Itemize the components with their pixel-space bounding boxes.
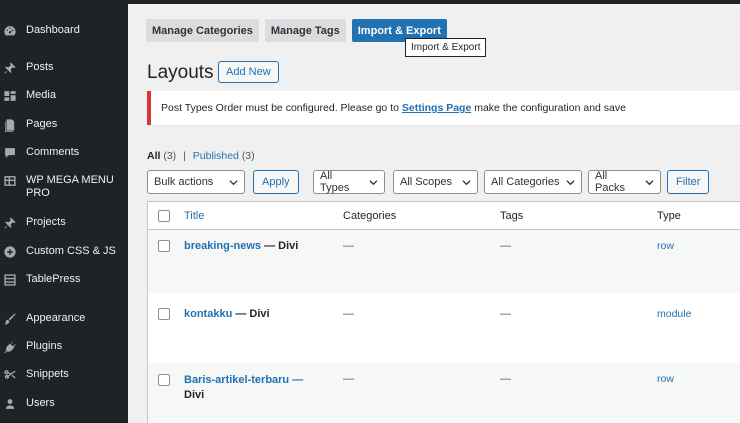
layout-tabs: Manage Categories Manage Tags Import & E… [146, 19, 447, 42]
chevron-down-icon [369, 179, 378, 185]
column-categories: Categories [343, 210, 397, 222]
all-categories-select[interactable]: All Categories [484, 170, 582, 194]
row-type[interactable]: row [657, 373, 674, 385]
tooltip: Import & Export [405, 38, 487, 57]
sidebar-item-pages[interactable]: Pages [0, 118, 128, 132]
row-title[interactable]: breaking-news — Divi [184, 240, 298, 252]
row-tags: — [500, 373, 511, 385]
sidebar-item-label: Comments [26, 146, 80, 158]
dashboard-icon [3, 24, 17, 38]
media-icon [3, 89, 17, 103]
notice-text-before: Post Types Order must be configured. Ple… [161, 102, 399, 114]
sidebar-item-dashboard[interactable]: Dashboard [0, 24, 128, 38]
select-all-checkbox[interactable] [158, 210, 170, 222]
filter-button[interactable]: Filter [667, 170, 710, 194]
sidebar-item-tablepress[interactable]: TablePress [0, 273, 128, 287]
row-categories: — [343, 240, 354, 252]
sidebar-item-label: Users [26, 397, 55, 409]
sidebar-item-label: Dashboard [26, 24, 80, 36]
plug-icon [3, 340, 17, 354]
sidebar-item-posts[interactable]: Posts [0, 61, 128, 75]
comment-icon [3, 146, 17, 160]
sidebar-item-label: WP MEGA MENU PRO [26, 174, 114, 199]
table-header: Title Categories Tags Type [148, 202, 740, 230]
table-row: Baris-artikel-terbaru — Divi — — row [148, 363, 740, 423]
row-categories: — [343, 308, 354, 320]
sidebar-item-label: Media [26, 89, 56, 101]
table-row: breaking-news — Divi — — row [148, 230, 740, 293]
chevron-down-icon [645, 179, 654, 185]
add-new-button[interactable]: Add New [218, 61, 279, 83]
scissors-icon [3, 368, 17, 382]
sidebar-item-snippets[interactable]: Snippets [0, 368, 128, 382]
sidebar-item-custom-css-js[interactable]: Custom CSS & JS [0, 245, 128, 259]
pages-icon [3, 118, 17, 132]
sidebar-item-users[interactable]: Users [0, 397, 128, 411]
sidebar-item-label: Projects [26, 216, 66, 228]
row-title[interactable]: kontakku — Divi [184, 308, 270, 320]
all-packs-select[interactable]: All Packs [588, 170, 661, 194]
main-content: Manage Categories Manage Tags Import & E… [128, 0, 740, 423]
pin-icon [3, 61, 17, 75]
column-tags: Tags [500, 210, 524, 222]
settings-page-link[interactable]: Settings Page [402, 102, 471, 114]
chevron-down-icon [229, 179, 238, 185]
layouts-table: Title Categories Tags Type breaking-news… [147, 201, 740, 423]
filter-all[interactable]: All (3) [147, 150, 176, 162]
sidebar-item-comments[interactable]: Comments [0, 146, 128, 160]
sidebar-item-label: Custom CSS & JS [26, 245, 116, 257]
tab-manage-categories[interactable]: Manage Categories [146, 19, 259, 42]
table-icon [3, 273, 17, 287]
row-type[interactable]: module [657, 308, 691, 320]
sidebar-item-label: Pages [26, 118, 58, 130]
column-title[interactable]: Title [184, 210, 204, 222]
sidebar-item-projects[interactable]: Projects [0, 216, 128, 230]
config-notice: Post Types Order must be configured. Ple… [147, 91, 740, 125]
chevron-down-icon [566, 179, 575, 185]
row-checkbox[interactable] [158, 374, 170, 386]
status-filters: All (3) | Published (3) [147, 150, 255, 162]
all-types-select[interactable]: All Types [313, 170, 385, 194]
row-tags: — [500, 240, 511, 252]
row-type[interactable]: row [657, 240, 674, 252]
menu-grid-icon [3, 174, 17, 188]
sidebar-item-label: Appearance [26, 312, 86, 324]
apply-button[interactable]: Apply [253, 170, 299, 194]
pin-icon [3, 216, 17, 230]
table-row: kontakku — Divi — — module [148, 293, 740, 363]
row-tags: — [500, 308, 511, 320]
sidebar-item-media[interactable]: Media [0, 89, 128, 103]
filter-separator: | [183, 150, 186, 162]
all-scopes-select[interactable]: All Scopes [393, 170, 478, 194]
tab-manage-tags[interactable]: Manage Tags [264, 19, 346, 42]
user-icon [3, 397, 17, 411]
plus-circle-icon [3, 245, 17, 259]
row-checkbox[interactable] [158, 240, 170, 252]
row-title[interactable]: Baris-artikel-terbaru — Divi [184, 373, 324, 403]
row-categories: — [343, 373, 354, 385]
sidebar-item-wp-mega-menu-pro[interactable]: WP MEGA MENU PRO [0, 174, 128, 200]
page-title: Layouts [147, 62, 214, 83]
column-type: Type [657, 210, 681, 222]
chevron-down-icon [462, 179, 471, 185]
admin-sidebar: Dashboard Posts Media Pages Comments WP … [0, 0, 128, 423]
bulk-actions-select[interactable]: Bulk actions [147, 170, 245, 194]
sidebar-item-label: TablePress [26, 273, 81, 285]
brush-icon [3, 312, 17, 326]
sidebar-item-appearance[interactable]: Appearance [0, 312, 128, 326]
filter-published[interactable]: Published (3) [193, 150, 255, 162]
notice-text-after: make the configuration and save [474, 102, 626, 114]
sidebar-item-plugins[interactable]: Plugins [0, 340, 128, 354]
sidebar-item-label: Plugins [26, 340, 63, 352]
sidebar-item-label: Snippets [26, 368, 69, 380]
sidebar-item-label: Posts [26, 61, 54, 73]
row-checkbox[interactable] [158, 308, 170, 320]
